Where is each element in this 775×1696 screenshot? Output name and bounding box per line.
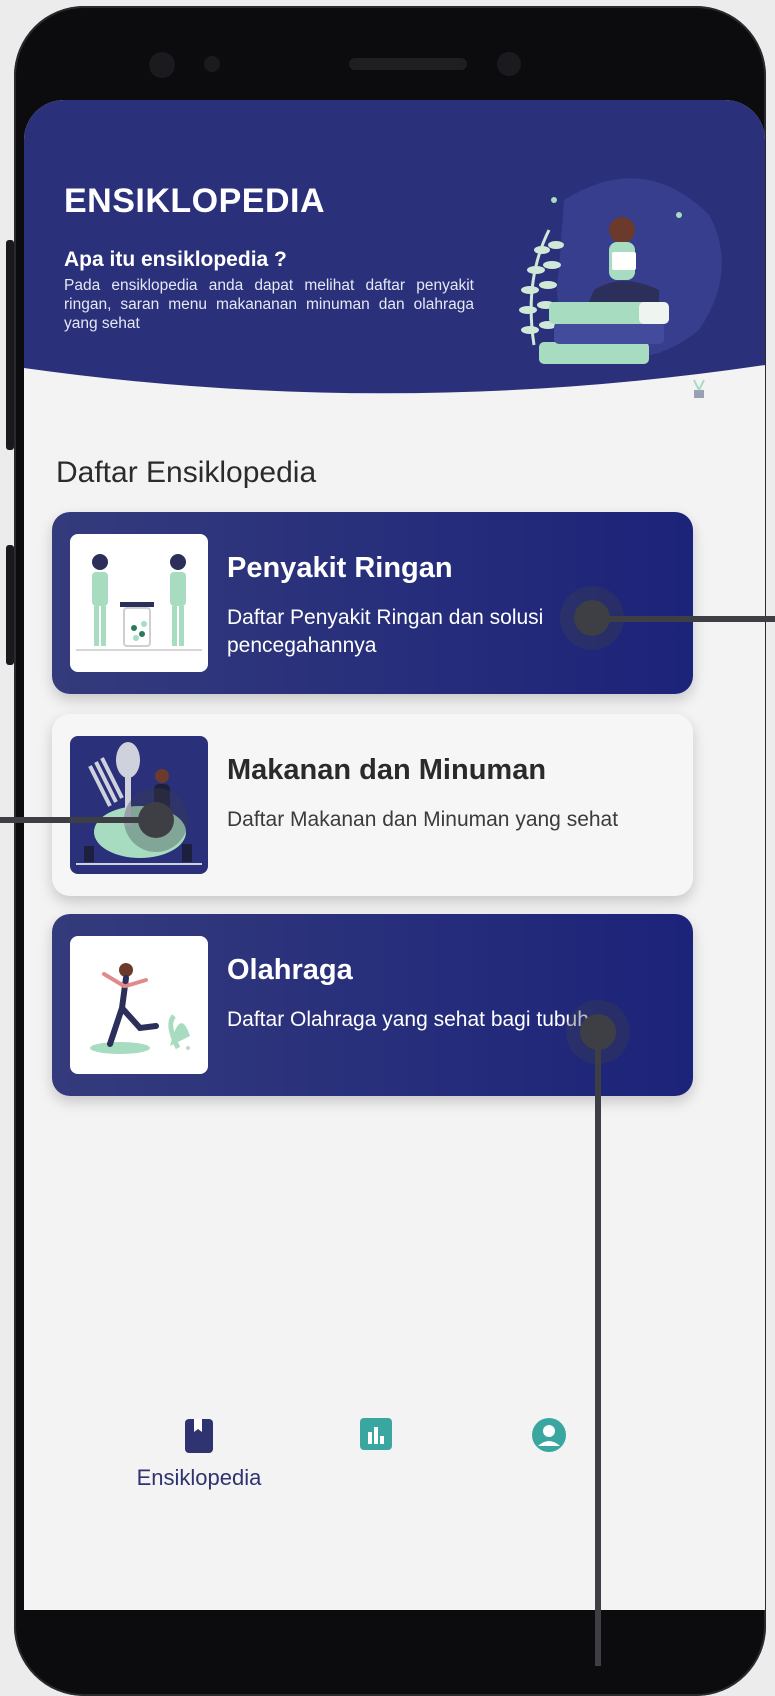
doctors-illustration <box>76 554 202 651</box>
nav-item-profil[interactable] <box>529 1418 569 1457</box>
hero-header: ENSIKLOPEDIA Apa itu ensiklopedia ? Pada… <box>24 100 765 420</box>
reading-books-illustration <box>519 178 722 398</box>
annotation-dot <box>574 600 610 636</box>
card-title: Penyakit Ringan <box>227 552 453 584</box>
card-thumbnail <box>70 936 208 1074</box>
power-button <box>6 545 14 665</box>
section-title: Daftar Ensiklopedia <box>56 456 317 489</box>
nav-label: Ensiklopedia <box>136 1465 262 1490</box>
sensor-dot <box>497 52 521 76</box>
nav-item-statistik[interactable] <box>356 1418 396 1455</box>
card-title: Makanan dan Minuman <box>227 754 547 786</box>
exercise-illustration <box>90 963 190 1054</box>
book-icon <box>185 1419 213 1453</box>
card-title: Olahraga <box>227 954 353 986</box>
nav-item-ensiklopedia[interactable]: Ensiklopedia <box>124 1418 274 1491</box>
annotation-line <box>0 817 156 823</box>
sensor-dot <box>204 56 220 72</box>
bottom-navigation: Ensiklopedia <box>24 1390 765 1510</box>
canvas: ENSIKLOPEDIA Apa itu ensiklopedia ? Pada… <box>0 0 775 1696</box>
account-icon <box>532 1418 566 1452</box>
front-camera <box>149 52 175 78</box>
app-screen: ENSIKLOPEDIA Apa itu ensiklopedia ? Pada… <box>24 100 765 1610</box>
hero-subtitle: Apa itu ensiklopedia ? <box>64 248 287 271</box>
volume-button <box>6 240 14 450</box>
phone-speaker <box>349 58 467 70</box>
card-thumbnail <box>70 534 208 672</box>
page-title: ENSIKLOPEDIA <box>64 182 326 220</box>
annotation-line <box>606 616 775 622</box>
card-description: Daftar Makanan dan Minuman yang sehat <box>227 808 619 831</box>
hero-description: Pada ensiklopedia anda dapat melihat daf… <box>64 277 474 332</box>
bar-chart-icon <box>360 1418 392 1450</box>
annotation-line <box>595 1030 601 1666</box>
